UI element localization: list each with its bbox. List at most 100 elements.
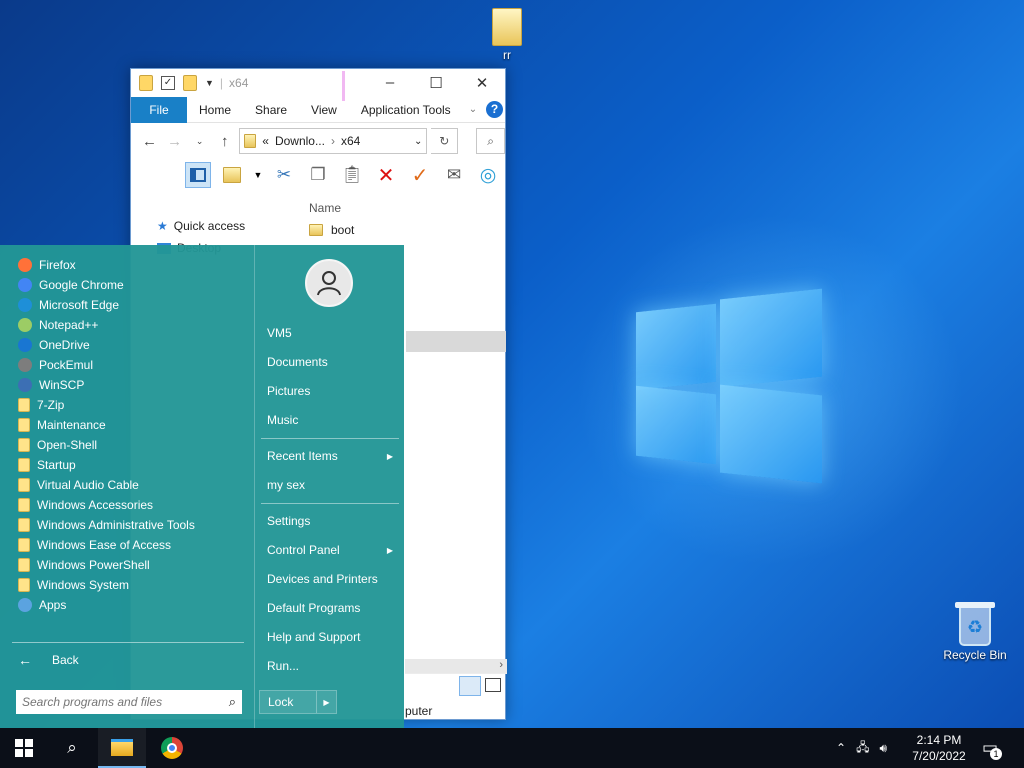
quick-access-dropdown-icon[interactable]: ▼ [205, 78, 214, 88]
program-item[interactable]: Firefox [18, 255, 76, 275]
list-item[interactable]: boot [297, 219, 505, 241]
taskbar-file-explorer[interactable] [98, 728, 146, 768]
nav-item-quick-access[interactable]: ★ Quick access [131, 215, 291, 237]
selected-row-highlight[interactable] [406, 331, 506, 352]
program-item[interactable]: Startup [18, 455, 76, 475]
program-item[interactable]: 7-Zip [18, 395, 64, 415]
program-item[interactable]: WinSCP [18, 375, 84, 395]
horizontal-scrollbar[interactable]: › [405, 659, 507, 673]
network-icon[interactable]: 🖧︎ [856, 738, 869, 759]
windows-logo-wallpaper [636, 288, 822, 484]
address-dropdown-icon[interactable]: ⌄ [414, 136, 422, 147]
show-hidden-icons-icon[interactable]: ⌃ [836, 741, 846, 755]
lock-label[interactable]: Lock [260, 691, 316, 713]
shutdown-options-icon[interactable]: ▶ [316, 691, 336, 713]
start-menu-item[interactable]: Control Panel ▶ [267, 540, 393, 560]
ribbon-expand-icon[interactable]: ⌄ [469, 104, 477, 115]
close-button[interactable]: ✕ [459, 74, 505, 92]
address-row: ← → ⌄ ↑ « Downlo... › x64 ⌄ ↻ ⌕ [131, 123, 505, 159]
program-item[interactable]: Apps [18, 595, 66, 615]
action-center-button[interactable]: ▭ 1 [982, 728, 1003, 768]
maximize-button[interactable]: ☐ [413, 74, 459, 92]
copy-icon[interactable]: ❐ [305, 162, 331, 188]
breadcrumb-x64[interactable]: x64 [341, 134, 360, 148]
clock[interactable]: 2:14 PM 7/20/2022 [908, 732, 970, 764]
start-button[interactable] [0, 728, 48, 768]
program-item[interactable]: Windows System [18, 575, 129, 595]
search-icon: ⌕ [67, 738, 77, 757]
start-menu-item[interactable]: Devices and Printers [267, 569, 393, 589]
open-shell-icon[interactable]: ◎ [475, 162, 501, 188]
refresh-button[interactable]: ↻ [431, 128, 459, 154]
column-header-name[interactable]: Name [297, 197, 505, 219]
new-folder-icon[interactable] [183, 75, 197, 91]
taskbar-search-button[interactable]: ⌕ [48, 728, 96, 768]
breadcrumb-downloads[interactable]: Downlo... [275, 134, 325, 148]
program-item[interactable]: Windows Administrative Tools [18, 515, 195, 535]
program-item[interactable]: Open-Shell [18, 435, 97, 455]
check-icon[interactable]: ✓ [407, 162, 433, 188]
program-item[interactable]: Windows Accessories [18, 495, 153, 515]
delete-icon[interactable]: ✕ [373, 162, 399, 188]
start-menu-item[interactable]: Default Programs [267, 598, 393, 618]
program-item[interactable]: OneDrive [18, 335, 90, 355]
recent-locations-icon[interactable]: ⌄ [189, 136, 210, 147]
winscp-icon [18, 378, 32, 392]
program-item[interactable]: Maintenance [18, 415, 106, 435]
tab-share[interactable]: Share [243, 97, 299, 123]
properties-icon[interactable]: ✓ [161, 76, 175, 90]
clock-time: 2:14 PM [916, 733, 962, 747]
forward-arrow-icon[interactable]: → [164, 133, 185, 150]
search-icon[interactable]: ⌕ [476, 128, 505, 154]
tab-home[interactable]: Home [187, 97, 243, 123]
program-item[interactable]: Virtual Audio Cable [18, 475, 139, 495]
start-menu-item[interactable]: Recent Items ▶ [267, 446, 393, 466]
details-view-icon[interactable] [459, 676, 481, 696]
submenu-arrow-icon: ▶ [386, 545, 393, 555]
start-search-box[interactable]: ⌕ [16, 690, 242, 714]
address-overflow[interactable]: « [262, 134, 269, 148]
large-icons-view-icon[interactable] [485, 678, 501, 692]
paste-icon[interactable]: 📋︎ [339, 162, 365, 188]
cut-icon[interactable]: ✂ [271, 162, 297, 188]
tab-application-tools[interactable]: Application Tools [349, 97, 463, 123]
start-menu-item[interactable]: Run... [267, 656, 393, 676]
program-label: Firefox [39, 258, 76, 272]
start-menu-item[interactable]: Settings [267, 511, 393, 531]
program-item[interactable]: Notepad++ [18, 315, 98, 335]
start-menu-right-column: Lock ▶ VM5 Documents Pictures Music Recent I… [254, 245, 404, 728]
tab-file[interactable]: File [131, 96, 187, 123]
address-bar[interactable]: « Downlo... › x64 ⌄ [239, 128, 428, 154]
program-item[interactable]: Microsoft Edge [18, 295, 119, 315]
start-menu-item[interactable]: Music [267, 410, 393, 430]
program-item[interactable]: Google Chrome [18, 275, 124, 295]
program-item[interactable]: PockEmul [18, 355, 93, 375]
start-menu-item[interactable]: Documents [267, 352, 393, 372]
taskbar-chrome[interactable] [148, 728, 196, 768]
program-label: OneDrive [39, 338, 90, 352]
start-menu-item[interactable]: Pictures [267, 381, 393, 401]
folder-icon [18, 438, 30, 452]
back-arrow-icon[interactable]: ← [139, 133, 160, 150]
start-menu-item[interactable]: my sex [267, 475, 393, 495]
desktop-folder[interactable]: rr [462, 8, 552, 62]
new-folder-toolbar-icon[interactable] [219, 162, 245, 188]
program-item[interactable]: Windows Ease of Access [18, 535, 171, 555]
recycle-bin[interactable]: ♻ Recycle Bin [930, 602, 1020, 662]
start-menu-item[interactable]: Help and Support [267, 627, 393, 647]
lock-button[interactable]: Lock ▶ [259, 690, 337, 714]
program-label: Windows Ease of Access [37, 538, 172, 552]
program-item[interactable]: Windows PowerShell [18, 555, 150, 575]
start-menu-item[interactable]: VM5 [267, 323, 393, 343]
search-input[interactable] [22, 695, 229, 709]
user-avatar[interactable] [305, 259, 353, 307]
volume-icon[interactable]: 🔊︎ [879, 741, 887, 756]
navigation-pane-icon[interactable] [185, 162, 211, 188]
up-arrow-icon[interactable]: ↑ [214, 133, 235, 150]
email-icon[interactable]: ✉ [441, 162, 467, 188]
minimize-button[interactable]: – [367, 74, 413, 92]
help-button[interactable]: ? [486, 101, 503, 118]
dropdown-icon[interactable]: ▼ [253, 162, 263, 188]
search-icon[interactable]: ⌕ [229, 694, 236, 710]
back-button[interactable]: ← Back [18, 650, 79, 670]
